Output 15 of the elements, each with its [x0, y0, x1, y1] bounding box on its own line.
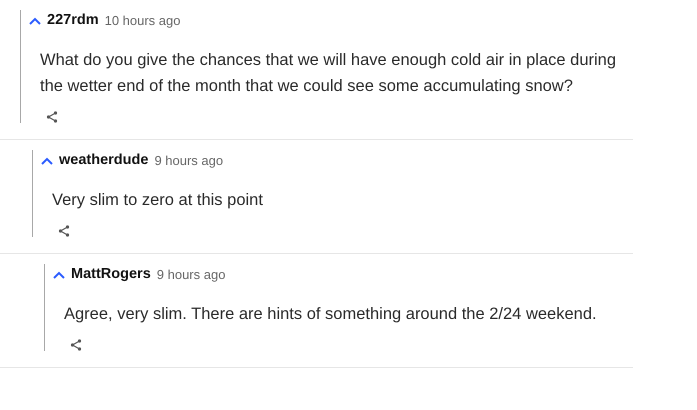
- comment-text: Agree, very slim. There are hints of something around the 2/24 weekend.: [64, 304, 598, 325]
- share-icon[interactable]: [58, 225, 70, 237]
- comment-time: 9 hours ago: [154, 152, 224, 170]
- share-icon[interactable]: [70, 339, 82, 351]
- comment-text: Very slim to zero at this point: [52, 190, 264, 211]
- collapse-caret-icon[interactable]: [29, 17, 41, 25]
- collapse-caret-icon[interactable]: [41, 157, 53, 165]
- comment-author[interactable]: MattRogers: [71, 264, 151, 286]
- comment-time: 10 hours ago: [104, 12, 180, 30]
- comment-author[interactable]: 227rdm: [47, 10, 99, 32]
- comment-time: 9 hours ago: [156, 266, 226, 284]
- share-icon[interactable]: [46, 111, 58, 123]
- comment-text: What do you give the chances that we will have enough cold air in place during the wetter end of the month that we could see some accumulating snow?: [40, 50, 618, 97]
- comment-author[interactable]: weatherdude: [59, 150, 148, 172]
- collapse-caret-icon[interactable]: [53, 271, 65, 279]
